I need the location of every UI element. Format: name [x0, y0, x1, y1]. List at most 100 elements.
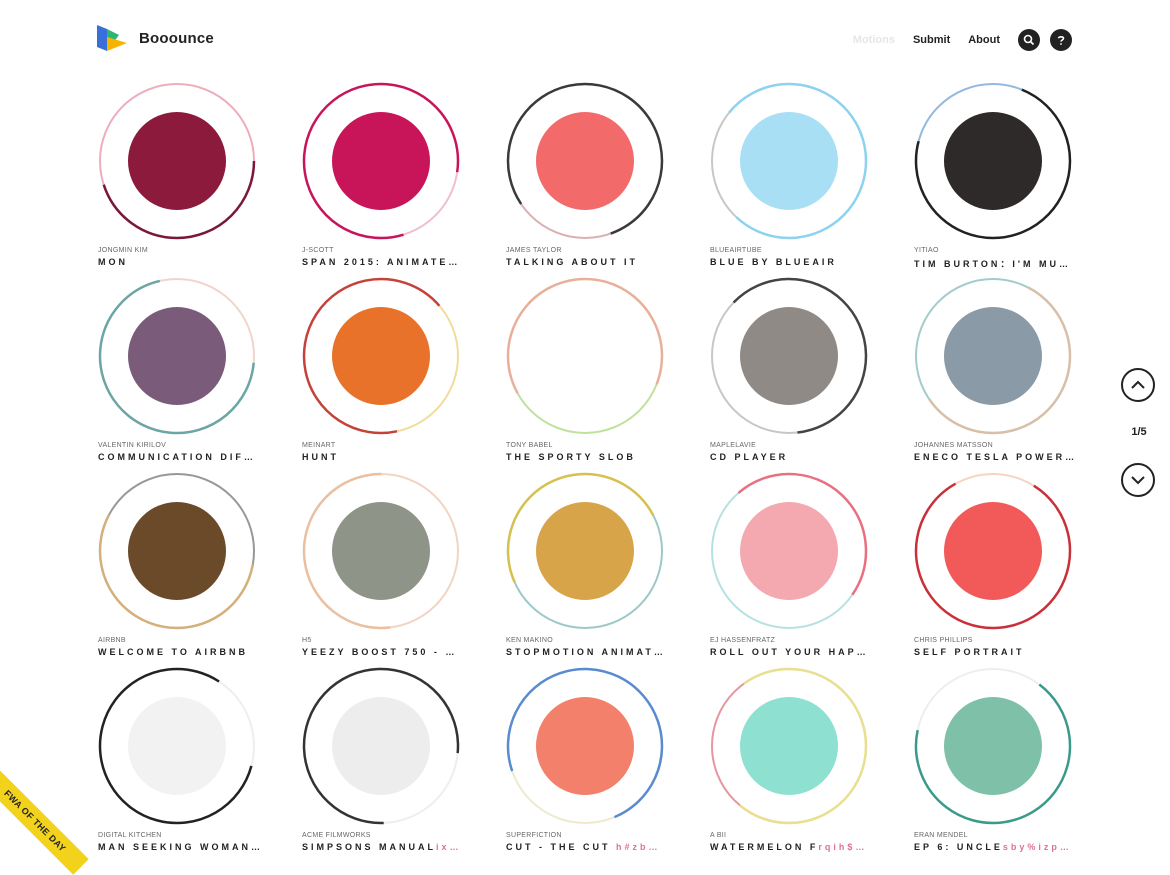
motion-author[interactable]: H5 [302, 637, 312, 644]
motion-card[interactable]: TONY BABEL THE SPORTY SLOB [506, 277, 686, 462]
motion-author[interactable]: EJ HASSENFRATZ [710, 637, 775, 644]
motion-card[interactable]: JAMES TAYLOR TALKING ABOUT IT [506, 82, 686, 267]
motion-thumbnail[interactable] [128, 502, 226, 600]
motion-title-text: CD PLAYER [710, 452, 789, 462]
motion-title-text: TALKING ABOUT IT [506, 257, 638, 267]
motion-author[interactable]: KEN MAKINO [506, 637, 553, 644]
motion-author[interactable]: AIRBNB [98, 637, 126, 644]
motion-card[interactable]: YITIAO TIM BURTON：I'M MU… [914, 82, 1094, 270]
motion-title-text: MON [98, 257, 128, 267]
motion-title-scramble: h#zb… [616, 842, 661, 852]
motion-thumbnail[interactable] [332, 502, 430, 600]
motion-title-text: YEEZY BOOST 750 - … [302, 647, 458, 657]
motion-title[interactable]: STOPMOTION ANIMAT… [506, 647, 681, 657]
motion-author[interactable]: A BII [710, 832, 726, 839]
motion-title[interactable]: MON [98, 257, 273, 267]
motions-grid: JONGMIN KIM MON J-SCOTT SPAN 2015: ANIMATE…… [0, 0, 1170, 870]
motion-title-scramble: rqih$… [818, 842, 868, 852]
motion-thumbnail[interactable] [128, 307, 226, 405]
motion-card[interactable]: JOHANNES MATSSON ENECO TESLA POWER… [914, 277, 1094, 462]
motion-author[interactable]: TONY BABEL [506, 442, 553, 449]
motion-title[interactable]: BLUE BY BLUEAIR [710, 257, 885, 267]
motion-title-text: SPAN 2015: ANIMATE… [302, 257, 461, 267]
motion-author[interactable]: BLUEAIRTUBE [710, 247, 762, 254]
motion-card[interactable]: H5 YEEZY BOOST 750 - … [302, 472, 482, 657]
page-down-button[interactable] [1121, 463, 1155, 497]
motion-thumbnail[interactable] [128, 697, 226, 795]
motion-thumbnail[interactable] [740, 697, 838, 795]
motion-author[interactable]: ERAN MENDEL [914, 832, 968, 839]
motion-title[interactable]: CD PLAYER [710, 452, 885, 462]
motion-card[interactable]: JONGMIN KIM MON [98, 82, 278, 267]
motion-title[interactable]: EP 6: UNCLEsby%izp… [914, 842, 1089, 852]
motion-title[interactable]: THE SPORTY SLOB [506, 452, 681, 462]
motion-thumbnail[interactable] [536, 307, 634, 405]
motion-title[interactable]: TALKING ABOUT IT [506, 257, 681, 267]
motion-title[interactable]: ENECO TESLA POWER… [914, 452, 1089, 462]
motion-card[interactable]: ACME FILMWORKS SIMPSONS MANUALix… [302, 667, 482, 852]
motion-title-scramble: ix… [436, 842, 462, 852]
motion-title-text: STOPMOTION ANIMAT… [506, 647, 666, 657]
motion-thumbnail[interactable] [332, 307, 430, 405]
page-up-button[interactable] [1121, 368, 1155, 402]
motion-title[interactable]: TIM BURTON：I'M MU… [914, 257, 1089, 270]
motion-title[interactable]: COMMUNICATION DIF… [98, 452, 273, 462]
motion-author[interactable]: VALENTIN KIRILOV [98, 442, 166, 449]
motion-title[interactable]: ROLL OUT YOUR HAP… [710, 647, 885, 657]
motion-author[interactable]: JONGMIN KIM [98, 247, 148, 254]
motion-title[interactable]: SELF PORTRAIT [914, 647, 1089, 657]
motion-thumbnail[interactable] [944, 112, 1042, 210]
motion-thumbnail[interactable] [944, 307, 1042, 405]
pager: 1/5 [1121, 368, 1159, 497]
motion-thumbnail[interactable] [944, 697, 1042, 795]
motion-author[interactable]: CHRIS PHILLIPS [914, 637, 973, 644]
motion-author[interactable]: J-SCOTT [302, 247, 334, 254]
motion-thumbnail[interactable] [740, 112, 838, 210]
motion-title-text: COMMUNICATION DIF… [98, 452, 256, 462]
motion-thumbnail[interactable] [332, 112, 430, 210]
motion-card[interactable]: MAPLELAVIE CD PLAYER [710, 277, 890, 462]
motion-card[interactable]: SUPERFICTION CUT - THE CUT h#zb… [506, 667, 686, 852]
motion-title[interactable]: WELCOME TO AIRBNB [98, 647, 273, 657]
motion-title-text: CUT - THE CUT [506, 842, 616, 852]
motion-title-text: SELF PORTRAIT [914, 647, 1025, 657]
motion-thumbnail[interactable] [740, 307, 838, 405]
motion-author[interactable]: SUPERFICTION [506, 832, 562, 839]
motion-thumbnail[interactable] [128, 112, 226, 210]
motion-thumbnail[interactable] [536, 697, 634, 795]
motion-card[interactable]: KEN MAKINO STOPMOTION ANIMAT… [506, 472, 686, 657]
motion-thumbnail[interactable] [740, 502, 838, 600]
page-indicator: 1/5 [1131, 426, 1147, 438]
motion-title-text: WELCOME TO AIRBNB [98, 647, 248, 657]
motion-card[interactable]: VALENTIN KIRILOV COMMUNICATION DIF… [98, 277, 278, 462]
motion-card[interactable]: EJ HASSENFRATZ ROLL OUT YOUR HAP… [710, 472, 890, 657]
motion-card[interactable]: J-SCOTT SPAN 2015: ANIMATE… [302, 82, 482, 267]
motion-title-text: TIM BURTON：I'M MU… [914, 259, 1071, 269]
motion-title[interactable]: MAN SEEKING WOMAN… [98, 842, 273, 852]
motion-author[interactable]: JAMES TAYLOR [506, 247, 562, 254]
motion-title[interactable]: SIMPSONS MANUALix… [302, 842, 477, 852]
motion-title[interactable]: HUNT [302, 452, 477, 462]
motion-card[interactable]: A BII WATERMELON Frqih$… [710, 667, 890, 852]
motion-title[interactable]: WATERMELON Frqih$… [710, 842, 885, 852]
motion-card[interactable]: DIGITAL KITCHEN MAN SEEKING WOMAN… [98, 667, 278, 852]
motion-title[interactable]: YEEZY BOOST 750 - … [302, 647, 477, 657]
motion-author[interactable]: YITIAO [914, 247, 939, 254]
motion-author[interactable]: MAPLELAVIE [710, 442, 756, 449]
motion-author[interactable]: DIGITAL KITCHEN [98, 832, 162, 839]
motion-title-text: SIMPSONS MANUAL [302, 842, 437, 852]
motion-card[interactable]: BLUEAIRTUBE BLUE BY BLUEAIR [710, 82, 890, 267]
motion-card[interactable]: CHRIS PHILLIPS SELF PORTRAIT [914, 472, 1094, 657]
motion-author[interactable]: MEINART [302, 442, 335, 449]
motion-card[interactable]: MEINART HUNT [302, 277, 482, 462]
motion-title[interactable]: SPAN 2015: ANIMATE… [302, 257, 477, 267]
motion-thumbnail[interactable] [944, 502, 1042, 600]
motion-thumbnail[interactable] [536, 112, 634, 210]
motion-thumbnail[interactable] [332, 697, 430, 795]
motion-title[interactable]: CUT - THE CUT h#zb… [506, 842, 681, 852]
motion-thumbnail[interactable] [536, 502, 634, 600]
motion-card[interactable]: AIRBNB WELCOME TO AIRBNB [98, 472, 278, 657]
motion-author[interactable]: JOHANNES MATSSON [914, 442, 993, 449]
motion-author[interactable]: ACME FILMWORKS [302, 832, 371, 839]
motion-card[interactable]: ERAN MENDEL EP 6: UNCLEsby%izp… [914, 667, 1094, 852]
